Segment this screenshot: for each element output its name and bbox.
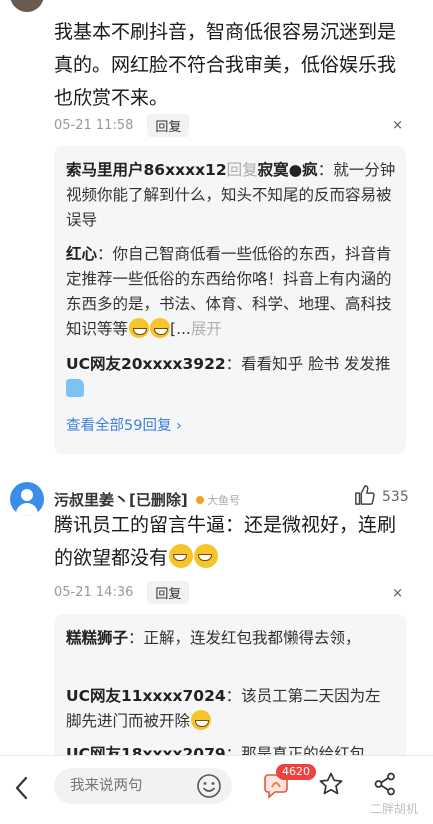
comment-time: 05-21 11:58: [54, 117, 134, 133]
comment-input-box[interactable]: [54, 768, 232, 804]
like-count: 535: [382, 489, 409, 505]
avatar[interactable]: [10, 0, 44, 12]
reply-author[interactable]: 红心: [66, 245, 97, 263]
expand-link[interactable]: 展开: [191, 320, 222, 338]
bottom-toolbar: 4620: [0, 755, 433, 824]
back-arrow-icon[interactable]: [12, 774, 32, 802]
reply-text: ：看看知乎 脸书 发发推: [225, 355, 391, 373]
previous-comment-header: [0, 0, 433, 14]
ellipsis: [...: [170, 320, 191, 338]
comment-meta: 05-21 14:36 回复: [54, 580, 190, 604]
reply-text: ：正解，连发红包我都懒得去领，: [128, 629, 361, 647]
favorite-star-icon[interactable]: [318, 771, 344, 797]
emoji-picker-icon[interactable]: [196, 773, 222, 799]
close-icon[interactable]: ×: [392, 586, 403, 601]
laughing-emoji-icon: [191, 710, 212, 730]
share-icon[interactable]: [372, 771, 398, 797]
laughing-emoji-icon: [169, 544, 194, 568]
reply-author[interactable]: UC网友11xxxx7024: [66, 687, 226, 705]
reply-item[interactable]: UC网友20xxxx3922：看看知乎 脸书 发发推: [66, 352, 396, 402]
reply-button[interactable]: 回复: [147, 113, 190, 137]
reply-target[interactable]: 寂寞●疯: [258, 161, 318, 179]
thumbs-up-icon[interactable]: [354, 484, 376, 506]
comment-text: 腾讯员工的留言牛逼：还是微视好，连刷的欲望都没有: [54, 514, 397, 569]
reply-item[interactable]: 红心：你自己智商低看一些低俗的东西，抖音肯定推荐一些低俗的东西给你咯！抖音上有内…: [66, 242, 396, 342]
comment-time: 05-21 14:36: [54, 584, 134, 600]
reply-item[interactable]: 索马里用户86xxxx12回复寂寞●疯：就一分钟视频你能了解到什么，知头不知尾的…: [66, 158, 396, 233]
source-dot-icon: [196, 496, 204, 504]
reply-text: ：你自己智商低看一些低俗的东西，抖音肯定推荐一些低俗的东西给你咯！抖音上有内涵的…: [66, 245, 392, 338]
laughing-emoji-icon: [194, 544, 219, 568]
reply-button[interactable]: 回复: [147, 580, 190, 604]
reply-thread: 糕糕狮子：正解，连发红包我都懒得去领， UC网友11xxxx7024：该员工第二…: [54, 614, 406, 764]
avatar[interactable]: [10, 482, 44, 516]
comment-count-badge: 4620: [276, 764, 316, 780]
reply-word: 回复: [226, 161, 258, 179]
reply-author[interactable]: 索马里用户86xxxx12: [66, 161, 227, 179]
reply-item[interactable]: 糕糕狮子：正解，连发红包我都懒得去领，: [66, 626, 396, 651]
thumbs-up-emoji-icon: [66, 379, 84, 397]
reply-author[interactable]: UC网友20xxxx3922: [66, 355, 226, 373]
source-tag: 大鱼号: [196, 492, 240, 508]
laughing-emoji-icon: [129, 318, 150, 338]
author-name[interactable]: 污叔里姜丶[已删除]: [54, 489, 188, 510]
comment-text: 我基本不刷抖音，智商低很容易沉迷到是真的。网红脸不符合我审美，低俗娱乐我也欣赏不…: [54, 21, 397, 109]
close-icon[interactable]: ×: [392, 118, 403, 133]
watermark: 二胖胡机: [370, 802, 419, 816]
comment-meta: 05-21 11:58 回复: [54, 113, 190, 137]
reply-thread: 索马里用户86xxxx12回复寂寞●疯：就一分钟视频你能了解到什么，知头不知尾的…: [54, 146, 406, 454]
see-all-replies-link[interactable]: 查看全部59回复 ›: [66, 414, 182, 435]
laughing-emoji-icon: [150, 318, 171, 338]
reply-item[interactable]: UC网友11xxxx7024：该员工第二天因为左脚先进门而被开除: [66, 684, 396, 734]
comment-input[interactable]: [70, 768, 190, 804]
reply-author[interactable]: 糕糕狮子: [66, 629, 128, 647]
